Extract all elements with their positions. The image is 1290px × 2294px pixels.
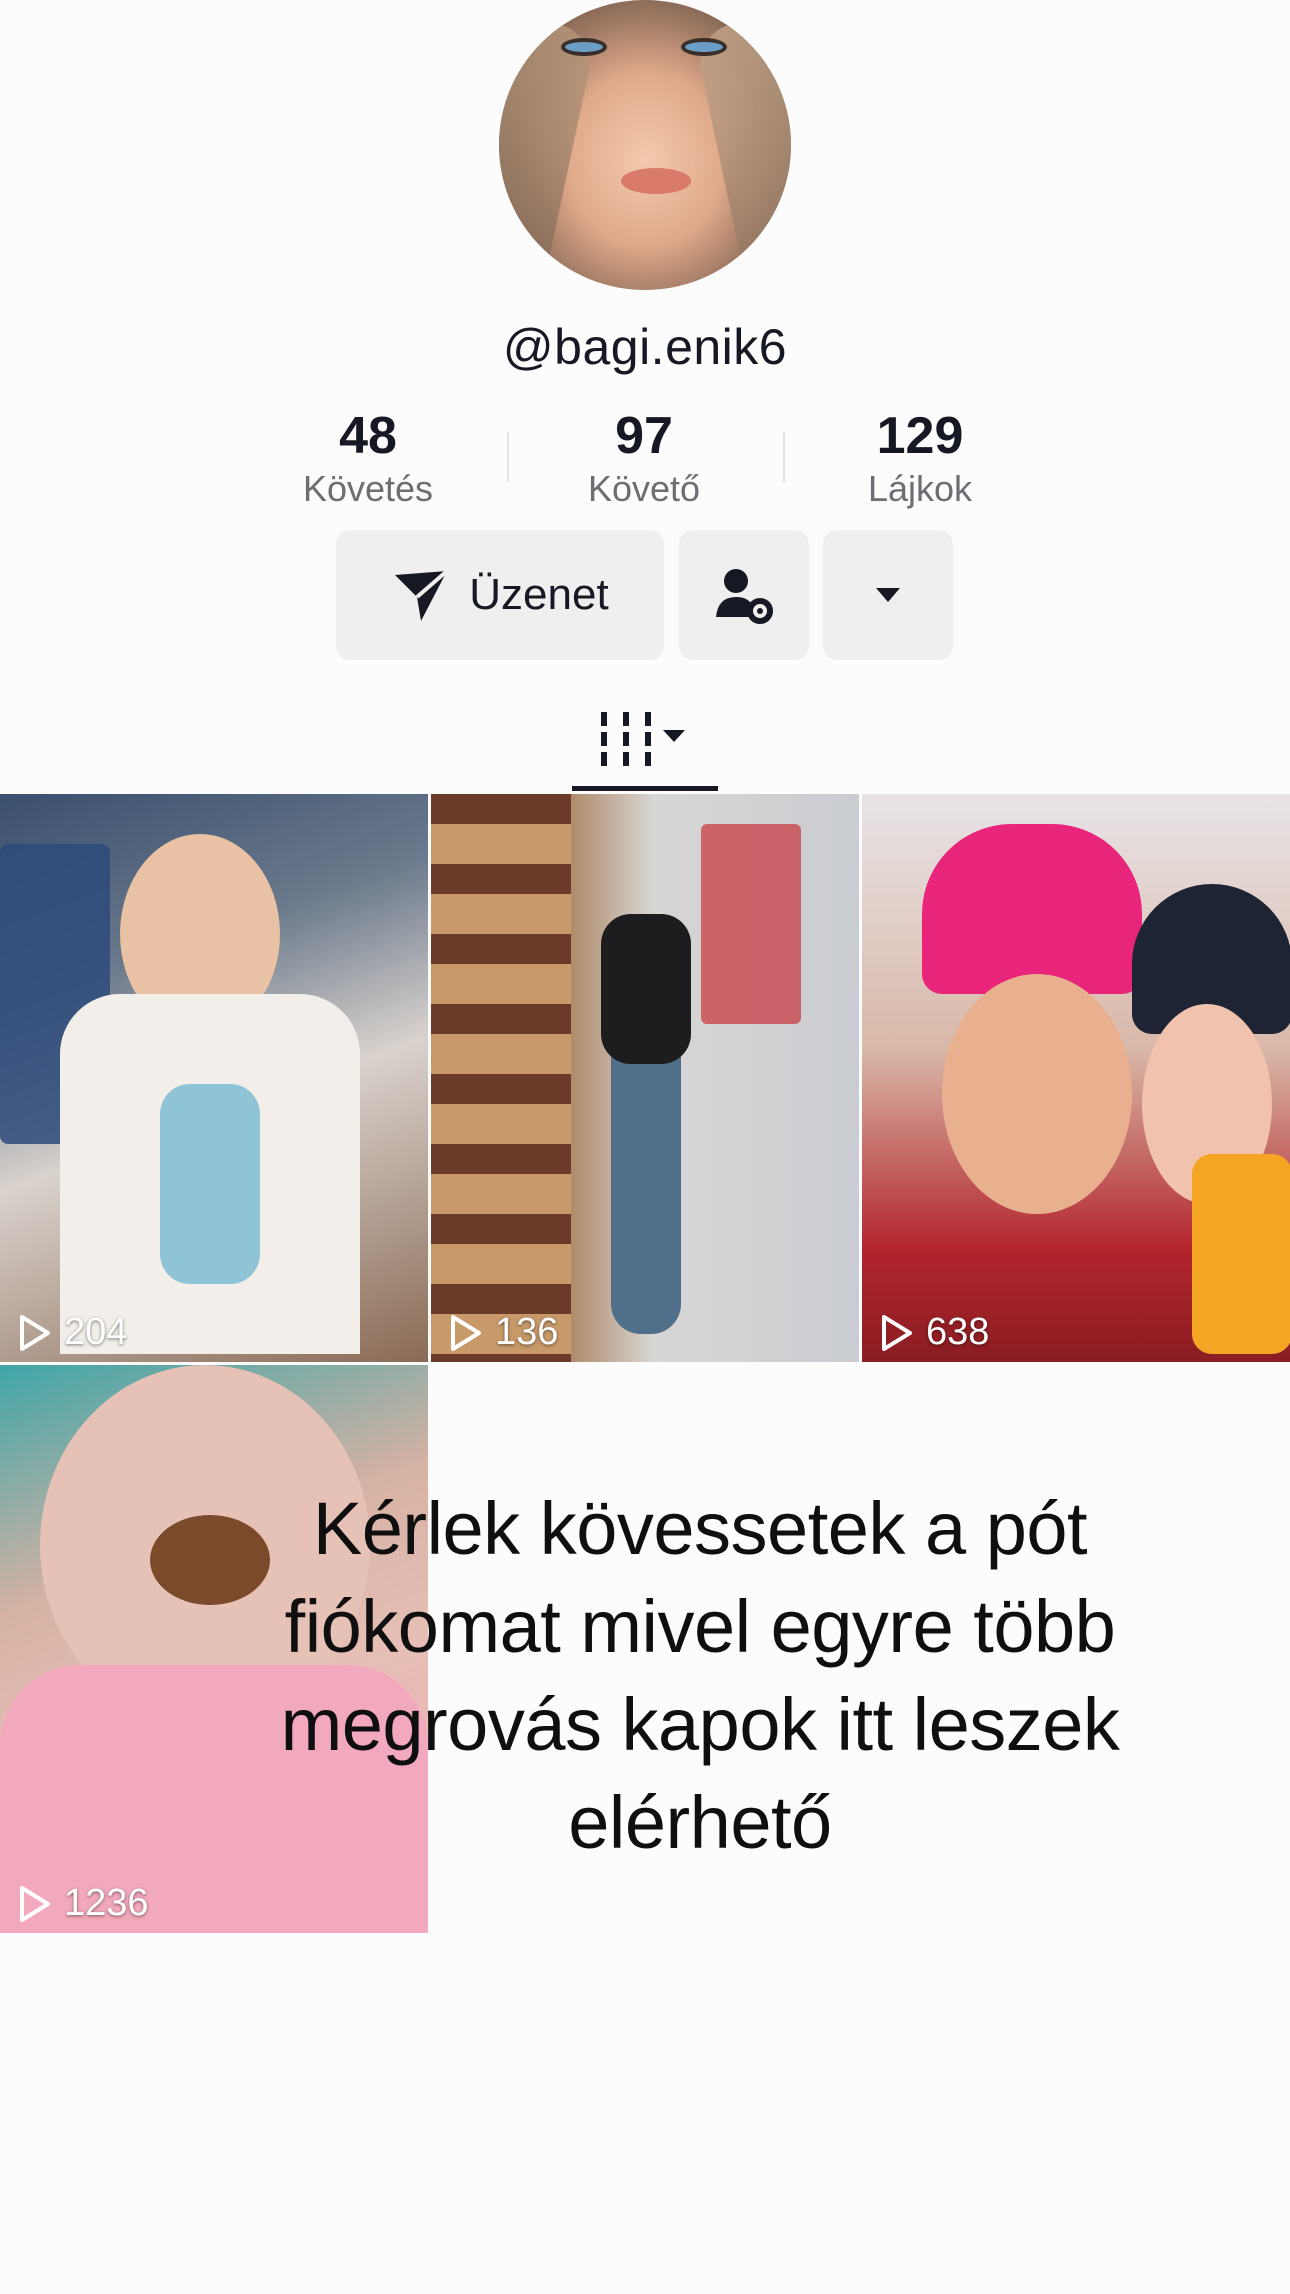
follow-settings-button[interactable] <box>679 530 809 660</box>
avatar-lips <box>621 168 691 194</box>
overlay-caption: Kérlek kövessetek a pót fiókomat mivel e… <box>180 1480 1220 1872</box>
overlay-line: megrovás kapok itt leszek <box>280 1683 1120 1766</box>
stat-divider <box>507 432 509 482</box>
profile-avatar[interactable] <box>499 0 791 290</box>
video-thumbnail[interactable]: 204 <box>0 794 428 1362</box>
username: @bagi.enik6 <box>502 319 788 375</box>
send-icon <box>395 569 449 621</box>
stat-followers[interactable]: 97 Követő <box>524 408 764 510</box>
message-button[interactable]: Üzenet <box>336 530 664 660</box>
overlay-line: fiókomat mivel egyre több <box>284 1585 1116 1668</box>
thumb-beanie <box>922 824 1142 994</box>
view-count: 638 <box>880 1311 989 1354</box>
user-settings-icon <box>716 569 773 624</box>
play-icon <box>882 1314 912 1351</box>
view-count-value: 1236 <box>64 1882 149 1924</box>
stat-following[interactable]: 48 Követés <box>248 408 488 510</box>
stat-likes[interactable]: 129 Lájkok <box>800 408 1040 510</box>
tab-active-indicator <box>572 786 718 791</box>
tab-videos[interactable] <box>572 700 718 792</box>
video-thumbnail[interactable]: 638 <box>862 794 1290 1362</box>
stat-likes-label: Lájkok <box>867 468 973 509</box>
profile-stats: 48 Követés 97 Követő 129 Lájkok <box>0 408 1290 518</box>
overlay-line: Kérlek kövessetek a pót <box>312 1487 1088 1570</box>
view-count-value: 204 <box>64 1311 128 1353</box>
view-count-value: 638 <box>926 1311 990 1353</box>
view-count: 1236 <box>18 1882 149 1925</box>
stat-following-label: Követés <box>302 468 434 509</box>
videos-grid-icon <box>601 712 685 766</box>
video-thumbnail[interactable]: 136 <box>431 794 859 1362</box>
thumb-shirt <box>1192 1154 1290 1354</box>
play-icon <box>20 1885 50 1922</box>
stat-divider <box>783 432 785 482</box>
overlay-line: elérhető <box>568 1781 832 1864</box>
caret-down-icon <box>876 588 900 602</box>
avatar-eye <box>681 38 727 56</box>
thumb-face <box>942 974 1132 1214</box>
play-icon <box>20 1314 50 1351</box>
thumb-jacket <box>601 914 691 1064</box>
more-options-button[interactable] <box>823 530 953 660</box>
thumb-cooler <box>701 824 801 1024</box>
play-icon <box>451 1314 481 1351</box>
view-count: 204 <box>18 1311 127 1354</box>
stat-followers-value: 97 <box>615 407 673 465</box>
stat-following-value: 48 <box>339 407 397 465</box>
thumb-top <box>160 1084 260 1284</box>
view-count-value: 136 <box>495 1311 559 1353</box>
stat-likes-value: 129 <box>876 407 964 465</box>
view-count: 136 <box>449 1311 558 1354</box>
stat-followers-label: Követő <box>587 468 701 509</box>
avatar-eye <box>561 38 607 56</box>
message-button-label: Üzenet <box>469 570 609 619</box>
thumb-shelf <box>431 794 571 1362</box>
